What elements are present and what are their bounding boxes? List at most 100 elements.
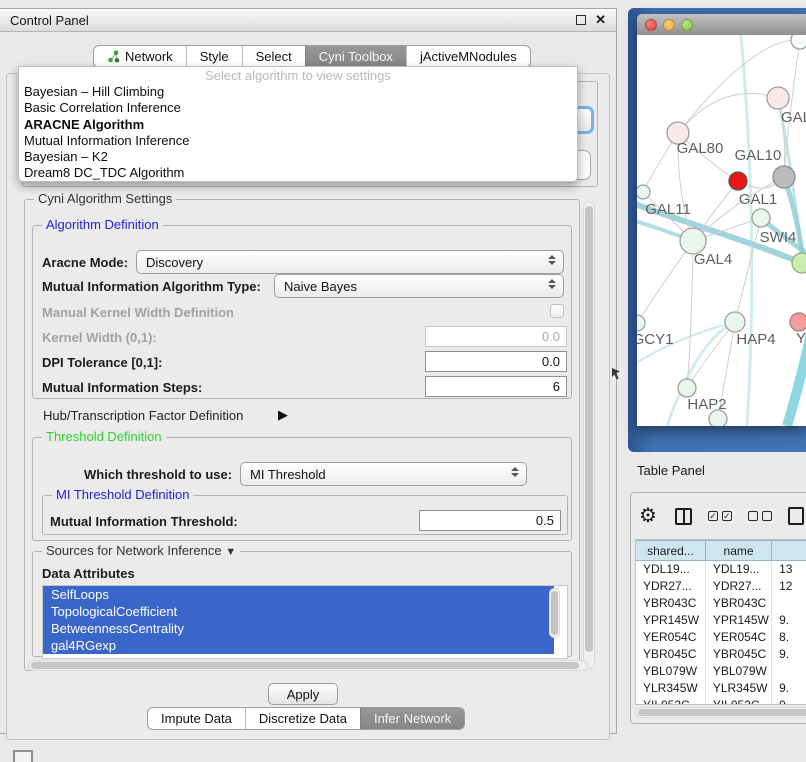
table-hscroll-thumb[interactable] — [638, 709, 806, 716]
mi-threshold-label: Mutual Information Threshold: — [50, 514, 238, 529]
network-tab-icon — [107, 50, 120, 63]
screen: Control Panel ✕ NetworkStyleSelectCyni T… — [0, 0, 806, 762]
table-cell: 12 — [772, 578, 806, 595]
close-traffic-icon[interactable] — [645, 19, 657, 31]
mi-threshold-field[interactable]: 0.5 — [419, 510, 561, 531]
node-right-green[interactable] — [792, 253, 806, 273]
attributes-vscroll-thumb[interactable] — [551, 591, 558, 635]
settings-vertical-scrollbar[interactable] — [583, 201, 595, 669]
attribute-item[interactable]: BetweennessCentrality — [43, 620, 554, 637]
float-icon[interactable] — [576, 15, 586, 25]
algorithm-option[interactable]: Mutual Information Inference — [19, 133, 577, 149]
attributes-vscroll[interactable] — [549, 588, 560, 638]
which-threshold-combo[interactable]: MI Threshold — [240, 462, 527, 486]
algorithm-option[interactable]: Dream8 DC_TDC Algorithm — [19, 165, 577, 181]
control-panel-titlebar[interactable]: Control Panel ✕ — [0, 9, 616, 32]
table-cell: YER054C — [636, 629, 706, 646]
column-header[interactable]: name — [706, 540, 772, 561]
tab-infer-network[interactable]: Infer Network — [360, 708, 464, 729]
table-cell: YBR045C — [706, 646, 772, 663]
node-label-gal10: GAL10 — [735, 147, 782, 164]
table-row[interactable]: YIL052CYIL052C9 — [636, 697, 806, 705]
node-gray[interactable] — [773, 166, 795, 188]
column-header[interactable]: shared... — [636, 540, 706, 561]
mi-steps-label: Mutual Information Steps: — [42, 380, 202, 395]
node-top-partial[interactable] — [791, 35, 806, 49]
table-row[interactable]: YBR043CYBR043C — [636, 595, 806, 612]
columns-icon[interactable] — [675, 508, 692, 525]
algorithm-option[interactable]: ARACNE Algorithm — [19, 117, 577, 133]
minimize-traffic-icon[interactable] — [663, 19, 675, 31]
control-panel-title: Control Panel — [10, 13, 89, 28]
mi-type-combo[interactable]: Naive Bayes — [274, 274, 564, 298]
network-canvas[interactable]: GALGAL80GAL10GAL11GAL1SWI4GAL4GCY1HAP4YH… — [637, 35, 806, 426]
table-row[interactable]: YPR145WYPR145W9. — [636, 612, 806, 629]
algorithm-option[interactable]: Bayesian – Hill Climbing — [19, 84, 577, 100]
data-attributes-label: Data Attributes — [42, 566, 135, 581]
attribute-item[interactable]: SelfLoops — [43, 586, 554, 603]
tab-label: Discretize Data — [259, 711, 347, 726]
tab-select[interactable]: Select — [242, 46, 305, 67]
node-label-hap2: HAP2 — [687, 396, 726, 413]
table-hscroll[interactable] — [635, 707, 806, 718]
node-label-gal4: GAL4 — [694, 251, 732, 268]
tab-discretize-data[interactable]: Discretize Data — [245, 708, 360, 729]
attribute-table: shared...nameYDL19...YDL19...13YDR27...Y… — [635, 539, 806, 705]
node-salmon[interactable] — [790, 313, 806, 331]
control-panel-window: Control Panel ✕ NetworkStyleSelectCyni T… — [0, 8, 617, 734]
sheet-icon[interactable] — [788, 507, 804, 525]
tab-impute-data[interactable]: Impute Data — [148, 708, 245, 729]
node-hap4[interactable] — [725, 312, 745, 332]
node-gcy1[interactable] — [637, 315, 645, 331]
node-label-gcy1: GCY1 — [637, 331, 673, 348]
combo-arrows-icon — [548, 255, 556, 265]
attribute-item[interactable]: gal4RGexp — [43, 637, 554, 654]
mi-steps-field[interactable]: 6 — [425, 376, 567, 397]
column-header[interactable] — [772, 540, 806, 561]
hub-section-label[interactable]: Hub/Transcription Factor Definition — [43, 408, 243, 423]
tab-cyni-toolbox[interactable]: Cyni Toolbox — [305, 46, 406, 67]
mi-type-value: Naive Bayes — [284, 279, 357, 294]
network-view-window[interactable]: GALGAL80GAL10GAL11GAL1SWI4GAL4GCY1HAP4YH… — [637, 14, 806, 426]
algorithm-option[interactable]: Bayesian – K2 — [19, 149, 577, 165]
table-row[interactable]: YBL079WYBL079W — [636, 663, 806, 680]
table-header-row: shared...name — [636, 540, 806, 561]
hub-collapsed-arrow-icon[interactable]: ▶ — [278, 407, 288, 423]
unchecked-pair-icon[interactable] — [748, 511, 772, 521]
table-row[interactable]: YDL19...YDL19...13 — [636, 561, 806, 578]
kernel-width-field[interactable]: 0.0 — [425, 326, 567, 347]
settings-hscroll-thumb[interactable] — [31, 662, 579, 669]
zoom-traffic-icon[interactable] — [681, 19, 693, 31]
dpi-tolerance-field[interactable]: 0.0 — [425, 351, 567, 372]
node-red[interactable] — [729, 172, 747, 190]
algorithm-option[interactable]: Basic Correlation Inference — [19, 100, 577, 116]
node-label-gal1: GAL1 — [739, 191, 777, 208]
tab-network[interactable]: Network — [94, 46, 186, 67]
table-row[interactable]: YBR045CYBR045C9. — [636, 646, 806, 663]
gear-icon[interactable]: ⚙ — [639, 506, 657, 526]
network-window-titlebar[interactable] — [637, 14, 806, 35]
settings-vscroll-thumb[interactable] — [585, 206, 593, 652]
sources-legend[interactable]: Sources for Network Inference ▼ — [42, 543, 240, 558]
tab-style[interactable]: Style — [186, 46, 242, 67]
node-gal7[interactable] — [767, 87, 789, 109]
combo-arrows-icon — [511, 467, 519, 477]
node-gal1[interactable] — [752, 209, 770, 227]
threshold-definition-legend: Threshold Definition — [42, 429, 166, 444]
settings-hscroll[interactable] — [28, 660, 588, 671]
apply-button[interactable]: Apply — [268, 683, 338, 705]
checked-pair-icon[interactable]: ✓✓ — [708, 511, 732, 521]
close-icon[interactable]: ✕ — [595, 15, 606, 25]
which-threshold-value: MI Threshold — [250, 467, 326, 482]
manual-kernel-checkbox[interactable] — [550, 304, 564, 318]
node-hap2[interactable] — [678, 379, 696, 397]
table-row[interactable]: YLR345WYLR345W9. — [636, 680, 806, 697]
table-row[interactable]: YER054CYER054C8. — [636, 629, 806, 646]
attribute-item[interactable]: TopologicalCoefficient — [43, 603, 554, 620]
minimized-panel-icon[interactable] — [13, 750, 33, 762]
table-cell: YDR27... — [636, 578, 706, 595]
table-row[interactable]: YDR27...YDR27...12 — [636, 578, 806, 595]
node-small-green[interactable] — [637, 185, 650, 199]
aracne-mode-combo[interactable]: Discovery — [136, 250, 564, 274]
tab-jactivemnodules[interactable]: jActiveMNodules — [406, 46, 530, 67]
